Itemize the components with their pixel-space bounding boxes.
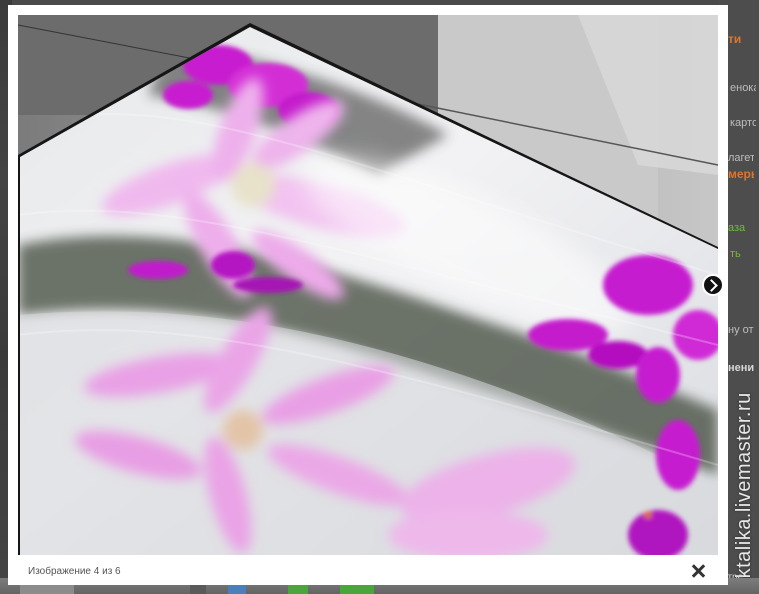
bg-snippet-7[interactable]: ть [730,248,756,260]
lightbox-photo [18,15,718,555]
bg-snippet-2: енока [730,82,756,94]
bg-snippet-5: меры [728,167,754,181]
bg-snippet-4: лагет с [728,152,754,164]
close-x-icon[interactable] [690,563,706,579]
bg-snippet-3: картон [730,117,756,129]
image-lightbox: Изображение 4 из 6 [8,5,728,585]
chevron-right-icon [705,278,718,292]
image-counter: Изображение 4 из 6 [28,566,121,577]
bg-snippet-6[interactable]: аза [728,222,754,234]
site-watermark: aktalika.livemaster.ru [733,392,755,590]
bg-snippet-8: ну от [728,324,754,336]
bg-snippet-1: ти [728,32,742,46]
next-image-button[interactable] [702,274,724,296]
